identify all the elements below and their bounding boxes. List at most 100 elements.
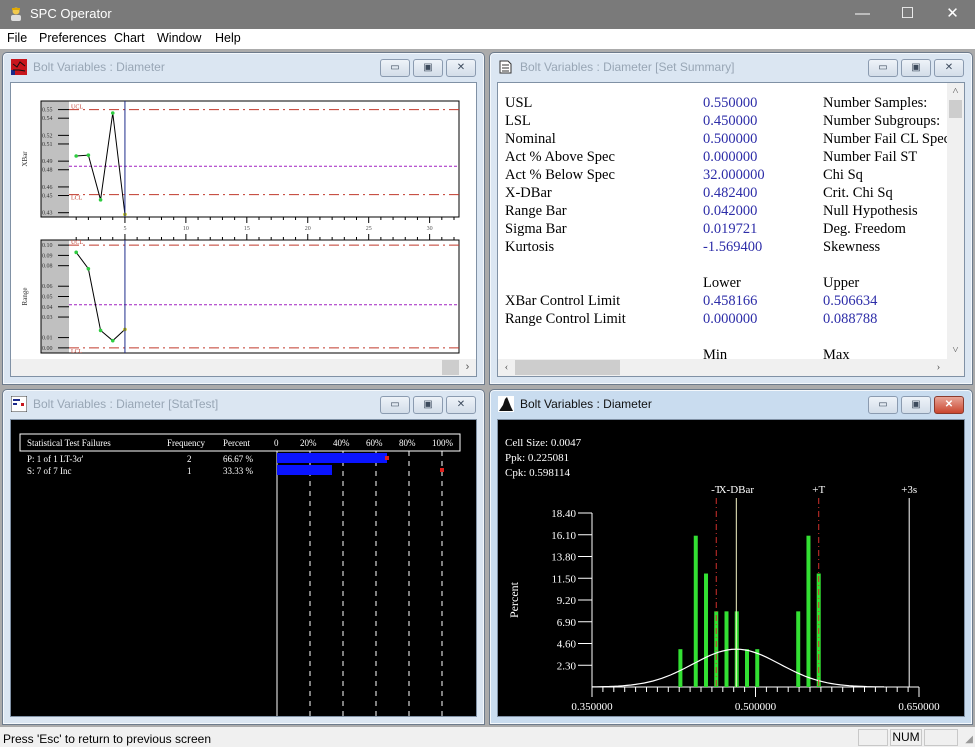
range-series-line	[75, 252, 126, 342]
stat-scale-label: 80%	[399, 438, 416, 448]
hist-bar	[806, 535, 811, 687]
app-minimize-button[interactable]: —	[840, 0, 885, 29]
histogram-window: Bolt Variables : Diameter ▭ ▣ ✕ Cell Siz…	[489, 389, 973, 725]
stat-scale-label: 40%	[333, 438, 350, 448]
xbar-ylabel: XBar	[21, 151, 29, 167]
status-bar: Press 'Esc' to return to previous screen…	[0, 727, 975, 747]
summary-right: Number Fail CL Spec	[823, 131, 951, 147]
range-tick-label: 0.01	[42, 336, 53, 342]
histogram-minimize-button[interactable]: ▭	[868, 396, 898, 414]
control-chart-area: 0.55 0.54 0.52 0.51 0.49 0.48 0.46 0.45 0.43 UCL L…	[10, 82, 477, 377]
stat-test-restore-button[interactable]: ▣	[413, 396, 443, 414]
app-close-button[interactable]: ✕	[930, 0, 975, 29]
menu-help[interactable]: Help	[215, 31, 241, 45]
stat-row-name: P: 1 of 1 LT-3σ'	[27, 454, 84, 464]
hist-y-tick-label: 6.90	[557, 617, 577, 629]
hist-y-tick-label: 16.10	[551, 530, 576, 542]
set-summary-vscroll-thumb[interactable]	[949, 100, 962, 118]
xbar-tick-label: 0.54	[42, 116, 53, 122]
set-summary-content: USL 0.550000 Number Samples: LSL 0.450000 Num…	[497, 82, 965, 377]
control-chart-minimize-button[interactable]: ▭	[380, 59, 410, 77]
set-summary-title: Bolt Variables : Diameter [Set Summary]	[520, 60, 735, 74]
range-point	[86, 266, 91, 271]
summary-label: USL	[505, 95, 533, 111]
set-summary-scroll-up[interactable]: ˄	[947, 83, 964, 100]
hist-bar	[693, 535, 698, 687]
x-tick-label: 30	[427, 226, 433, 232]
range-ylabel: Range	[21, 288, 29, 306]
menu-chart[interactable]: Chart	[114, 31, 145, 45]
stat-row-name: S: 7 of 7 Inc	[27, 466, 72, 476]
control-chart-close-button[interactable]: ✕	[446, 59, 476, 77]
stat-row-percent: 33.33 %	[223, 466, 254, 476]
histogram-area: Cell Size: 0.0047 Ppk: 0.225081 Cpk: 0.598…	[497, 419, 965, 717]
resize-grip[interactable]: ◢	[965, 734, 973, 745]
set-summary-close-button[interactable]: ✕	[934, 59, 964, 77]
hist-y-tick-label: 2.30	[557, 660, 577, 672]
range-tick-label: 0.09	[42, 253, 53, 259]
stat-test-close-button[interactable]: ✕	[446, 396, 476, 414]
histogram-restore-button[interactable]: ▣	[901, 396, 931, 414]
xbar-control-limit-lower: 0.458166	[703, 293, 758, 309]
set-summary-window: Bolt Variables : Diameter [Set Summary] …	[489, 52, 973, 385]
set-summary-scroll-left[interactable]: ‹	[498, 359, 515, 376]
stat-test-icon	[11, 396, 27, 412]
summary-label: Kurtosis	[505, 239, 555, 255]
range-tick-label: 0.08	[42, 264, 53, 270]
menu-file[interactable]: File	[7, 31, 27, 45]
summary-value: 0.000000	[703, 149, 758, 165]
summary-value: 0.550000	[703, 95, 758, 111]
status-message: Press 'Esc' to return to previous screen	[3, 732, 212, 746]
histogram-icon	[498, 396, 514, 412]
set-summary-scroll-right[interactable]: ›	[930, 359, 947, 376]
ppk-label: Ppk: 0.225081	[505, 452, 569, 464]
app-maximize-button[interactable]: ☐	[885, 0, 930, 29]
set-summary-hscroll-thumb[interactable]	[515, 360, 620, 375]
set-summary-scroll-down[interactable]: ˅	[947, 342, 964, 359]
x-tick-label: 20	[305, 226, 311, 232]
control-chart-hscroll-thumb[interactable]	[442, 360, 459, 375]
summary-label: Act % Above Spec	[505, 149, 615, 165]
summary-value: 0.019721	[703, 221, 758, 237]
hist-x-tick-label: 0.500000	[735, 701, 777, 713]
range-point	[74, 250, 78, 255]
histogram-close-button[interactable]: ✕	[934, 396, 964, 414]
range-control-limit-lower: 0.000000	[703, 311, 758, 327]
set-summary-minimize-button[interactable]: ▭	[868, 59, 898, 77]
stat-header-frequency: Frequency	[167, 438, 205, 448]
set-summary-restore-button[interactable]: ▣	[901, 59, 931, 77]
xbar-control-limit-label: XBar Control Limit	[505, 293, 621, 309]
hist-bar	[704, 573, 709, 687]
summary-label: Act % Below Spec	[505, 167, 615, 183]
hist-y-tick-label: 18.40	[551, 508, 576, 520]
hist-bar	[678, 649, 683, 687]
control-chart-restore-button[interactable]: ▣	[413, 59, 443, 77]
hist-y-tick-label: 13.80	[551, 552, 576, 564]
range-tick-label: 0.05	[42, 295, 53, 301]
range-point	[110, 338, 115, 343]
menu-preferences[interactable]: Preferences	[39, 31, 106, 45]
summary-right: Number Fail ST	[823, 149, 918, 165]
hist-bar	[744, 649, 749, 687]
stat-marker	[385, 456, 390, 460]
range-control-limit-label: Range Control Limit	[505, 311, 626, 327]
x-tick-label: 5	[123, 226, 126, 232]
control-chart-hscrollbar[interactable]: ›	[11, 359, 476, 376]
control-chart-scroll-right[interactable]: ›	[459, 359, 476, 376]
stat-bar	[277, 465, 332, 475]
summary-value: 0.450000	[703, 113, 758, 129]
summary-right: Chi Sq	[823, 167, 863, 183]
range-frame	[40, 239, 460, 354]
stat-test-minimize-button[interactable]: ▭	[380, 396, 410, 414]
histogram-svg: Cell Size: 0.0047 Ppk: 0.225081 Cpk: 0.598…	[505, 437, 940, 713]
stat-row-percent: 66.67 %	[223, 454, 254, 464]
range-lcl-label: LCL	[71, 349, 83, 355]
stat-scale-label: 60%	[366, 438, 383, 448]
x-tick-label: 10	[183, 226, 189, 232]
stat-test-title: Bolt Variables : Diameter [StatTest]	[33, 397, 219, 411]
xbar-tick-label: 0.55	[42, 108, 53, 114]
set-summary-vscrollbar[interactable]: ˄ ˅	[947, 83, 964, 359]
summary-right: Null Hypothesis	[823, 203, 918, 219]
set-summary-hscrollbar[interactable]: ‹ ›	[498, 359, 964, 376]
menu-window[interactable]: Window	[157, 31, 201, 45]
